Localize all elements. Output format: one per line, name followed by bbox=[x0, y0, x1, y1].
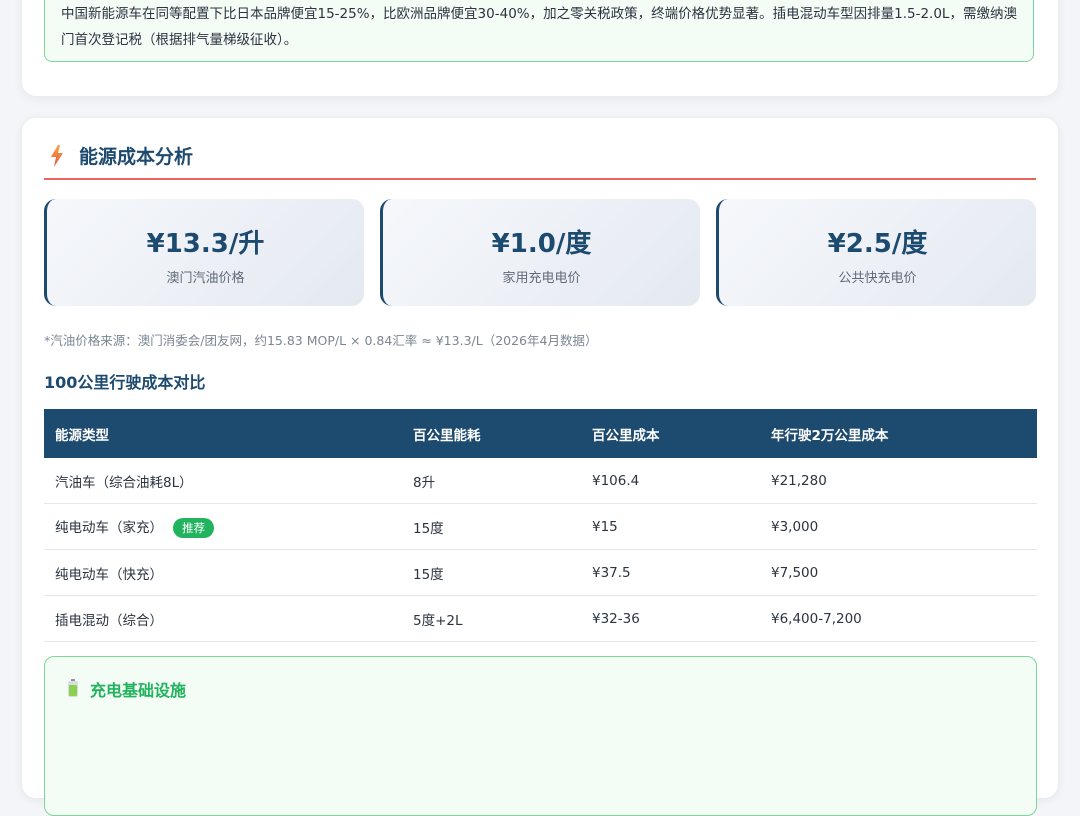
annual-cost-cell: ¥3,000 bbox=[760, 503, 1037, 550]
price-value: ¥13.3/升 bbox=[146, 229, 265, 259]
section-title: 能源成本分析 bbox=[79, 146, 194, 168]
column-header: 百公里能耗 bbox=[402, 409, 581, 458]
charging-infrastructure-box: 充电基础设施 bbox=[44, 656, 1037, 816]
gasoline-price-card: ¥13.3/升 澳门汽油价格 bbox=[44, 199, 364, 306]
infrastructure-title: 充电基础设施 bbox=[90, 681, 187, 700]
energy-cost-card: 能源成本分析 ¥13.3/升 澳门汽油价格 ¥1.0/度 家用充电电价 ¥2.5… bbox=[22, 118, 1058, 816]
annual-cost-cell: ¥7,500 bbox=[760, 549, 1037, 596]
energy-type-cell: 汽油车（综合油耗8L） bbox=[44, 458, 402, 504]
lightning-icon bbox=[51, 145, 63, 167]
annual-cost-cell: ¥6,400-7,200 bbox=[760, 595, 1037, 642]
price-source-footnote: *汽油价格来源：澳门消委会/团友网，约15.83 MOP/L × 0.84汇率 … bbox=[44, 333, 598, 348]
cost-comparison-table: 能源类型 百公里能耗 百公里成本 年行驶2万公里成本 汽油车（综合油耗8L） 8… bbox=[44, 409, 1037, 642]
consumption-cell: 15度 bbox=[402, 503, 581, 550]
cost-100km-cell: ¥32-36 bbox=[581, 595, 760, 642]
column-header: 年行驶2万公里成本 bbox=[760, 409, 1037, 458]
energy-type-cell: 纯电动车（快充） bbox=[44, 549, 402, 596]
consumption-cell: 5度+2L bbox=[402, 595, 581, 642]
home-charging-price-card: ¥1.0/度 家用充电电价 bbox=[380, 199, 700, 306]
price-advantage-text: 中国新能源车在同等配置下比日本品牌便宜15-25%，比欧洲品牌便宜30-40%，… bbox=[61, 6, 1017, 48]
intro-card: 中国新能源车在同等配置下比日本品牌便宜15-25%，比欧洲品牌便宜30-40%，… bbox=[22, 0, 1058, 96]
price-value: ¥1.0/度 bbox=[491, 229, 592, 259]
price-advantage-note: 中国新能源车在同等配置下比日本品牌便宜15-25%，比欧洲品牌便宜30-40%，… bbox=[44, 0, 1034, 62]
cost-100km-cell: ¥106.4 bbox=[581, 458, 760, 504]
column-header: 能源类型 bbox=[44, 409, 402, 458]
consumption-cell: 15度 bbox=[402, 549, 581, 596]
annual-cost-cell: ¥21,280 bbox=[760, 458, 1037, 504]
energy-type-label: 纯电动车（家充） bbox=[55, 519, 163, 536]
table-header-row: 能源类型 百公里能耗 百公里成本 年行驶2万公里成本 bbox=[44, 409, 1037, 458]
table-row: 插电混动（综合） 5度+2L ¥32-36 ¥6,400-7,200 bbox=[44, 595, 1037, 642]
cost-100km-cell: ¥37.5 bbox=[581, 549, 760, 596]
section-header: 能源成本分析 bbox=[44, 140, 1036, 180]
energy-type-cell: 插电混动（综合） bbox=[44, 595, 402, 642]
price-label: 澳门汽油价格 bbox=[166, 271, 245, 286]
cost-comparison-title: 100公里行驶成本对比 bbox=[44, 373, 206, 392]
table-row: 汽油车（综合油耗8L） 8升 ¥106.4 ¥21,280 bbox=[44, 458, 1037, 504]
fast-charging-price-card: ¥2.5/度 公共快充电价 bbox=[716, 199, 1036, 306]
price-label: 公共快充电价 bbox=[838, 271, 917, 286]
cost-100km-cell: ¥15 bbox=[581, 503, 760, 550]
battery-icon bbox=[68, 679, 78, 697]
column-header: 百公里成本 bbox=[581, 409, 760, 458]
recommended-badge: 推荐 bbox=[173, 517, 214, 538]
price-label: 家用充电电价 bbox=[502, 271, 581, 286]
table-row: 纯电动车（快充） 15度 ¥37.5 ¥7,500 bbox=[44, 549, 1037, 596]
table-row: 纯电动车（家充） 推荐 15度 ¥15 ¥3,000 bbox=[44, 503, 1037, 550]
consumption-cell: 8升 bbox=[402, 458, 581, 504]
price-value: ¥2.5/度 bbox=[827, 229, 928, 259]
energy-type-cell: 纯电动车（家充） 推荐 bbox=[44, 503, 402, 550]
